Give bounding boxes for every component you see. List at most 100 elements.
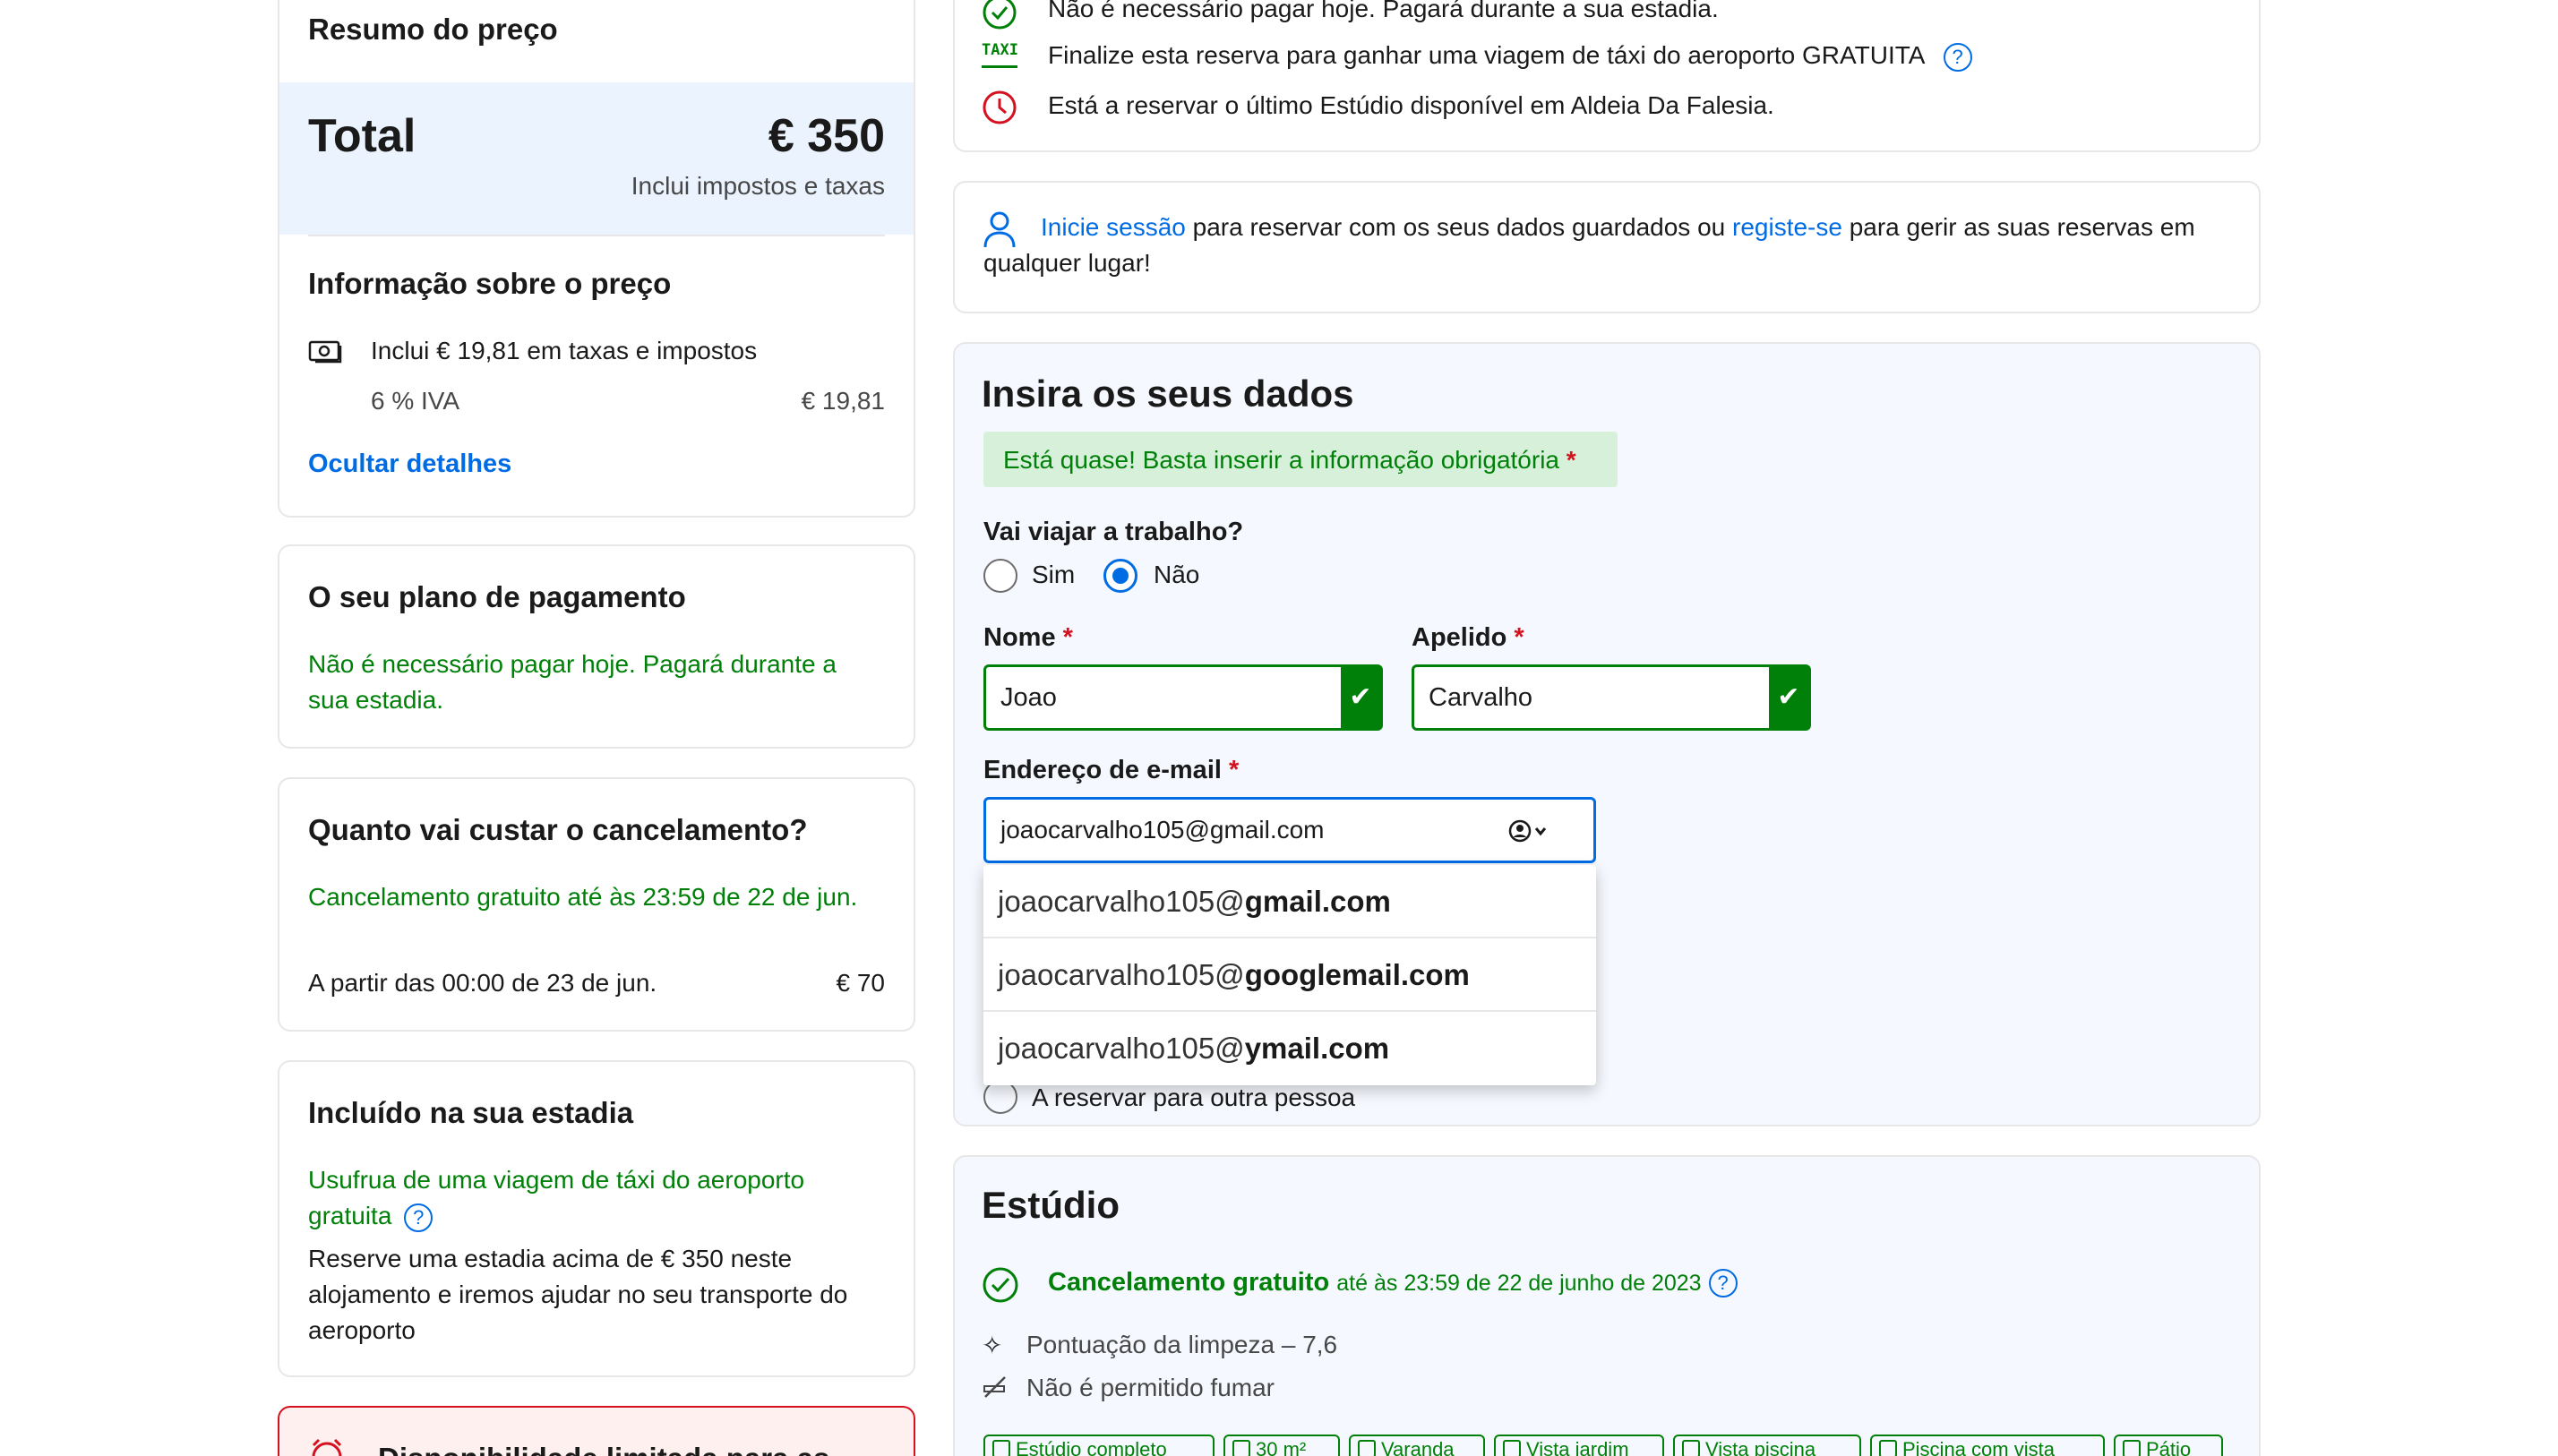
first-name-label: Nome * bbox=[983, 623, 1073, 653]
email-label: Endereço de e-mail * bbox=[983, 756, 1239, 785]
check-circle-icon bbox=[982, 0, 1017, 35]
required-mark: * bbox=[1566, 446, 1576, 474]
last-name-label-text: Apelido bbox=[1412, 623, 1507, 652]
email-label-text: Endereço de e-mail bbox=[983, 756, 1222, 784]
studio-title: Estúdio bbox=[982, 1184, 1120, 1226]
cancellation-title: Quanto vai custar o cancelamento? bbox=[308, 813, 808, 846]
signin-text: Inicie sessão para reservar com os seus … bbox=[983, 210, 2237, 281]
sparkle-icon: ✧ bbox=[982, 1332, 1003, 1359]
studio-card: Estúdio Cancelamento gratuito até às 23:… bbox=[953, 1155, 2261, 1456]
suggestion-domain: ymail.com bbox=[1244, 1032, 1390, 1065]
booking-info-card: Não é necessário pagar hoje. Pagará dura… bbox=[953, 0, 2261, 152]
required-mark: * bbox=[1229, 756, 1240, 784]
facility-chip-label: Estúdio completo bbox=[1016, 1438, 1167, 1456]
suggestion-domain: gmail.com bbox=[1244, 885, 1391, 918]
first-name-value: Joao bbox=[1000, 683, 1057, 712]
divider bbox=[308, 235, 885, 236]
signin-card: Inicie sessão para reservar com os seus … bbox=[953, 181, 2261, 313]
details-form-card: Insira os seus dados Está quase! Basta i… bbox=[953, 342, 2261, 1126]
first-name-label-text: Nome bbox=[983, 623, 1056, 652]
email-suggestion[interactable]: joaocarvalho105@gmail.com bbox=[983, 865, 1596, 938]
facility-chip: 30 m² bbox=[1223, 1435, 1340, 1456]
facility-chip: Pátio bbox=[2114, 1435, 2223, 1456]
register-link[interactable]: registe-se bbox=[1732, 213, 1842, 241]
required-mark: * bbox=[1062, 623, 1073, 652]
facility-chip: Estúdio completo bbox=[983, 1435, 1215, 1456]
last-room-text: Está a reservar o último Estúdio disponí… bbox=[1048, 91, 1774, 119]
first-name-field[interactable]: Joao ✔ bbox=[983, 664, 1383, 731]
question-icon[interactable]: ? bbox=[1708, 1269, 1738, 1298]
vat-label: 6 % IVA bbox=[371, 387, 460, 415]
facility-chip: Piscina com vista bbox=[1870, 1435, 2105, 1456]
no-smoking-text: Não é permitido fumar bbox=[1026, 1374, 1275, 1401]
hide-details-link[interactable]: Ocultar detalhes bbox=[308, 450, 511, 479]
email-field[interactable]: joaocarvalho105@gmail.com bbox=[983, 797, 1596, 863]
last-name-value: Carvalho bbox=[1429, 683, 1533, 712]
suggestion-domain: googlemail.com bbox=[1244, 958, 1470, 991]
check-circle-icon bbox=[982, 1266, 1019, 1308]
facility-chip-label: 30 m² bbox=[1256, 1438, 1307, 1456]
payment-plan-text: Não é necessário pagar hoje. Pagará dura… bbox=[308, 650, 837, 714]
taxi-icon: TAXI bbox=[982, 41, 1018, 68]
details-title: Insira os seus dados bbox=[982, 373, 1354, 415]
payment-plan-title: O seu plano de pagamento bbox=[308, 580, 686, 613]
total-label: Total bbox=[308, 110, 416, 162]
price-summary-title: Resumo do preço bbox=[308, 13, 558, 46]
cancellation-fee: € 70 bbox=[836, 969, 886, 997]
facility-chip: Varanda bbox=[1349, 1435, 1485, 1456]
email-suggestion[interactable]: joaocarvalho105@googlemail.com bbox=[983, 938, 1596, 1012]
price-info-title: Informação sobre o preço bbox=[308, 267, 672, 300]
work-yes-label[interactable]: Sim bbox=[1032, 557, 1075, 593]
pay-later-text: Não é necessário pagar hoje. Pagará dura… bbox=[1048, 0, 1719, 22]
work-no-label[interactable]: Não bbox=[1154, 557, 1199, 593]
cleanliness-text: Pontuação da limpeza – 7,6 bbox=[1026, 1331, 1338, 1358]
alarm-clock-icon bbox=[308, 1436, 346, 1456]
email-suggestion[interactable]: joaocarvalho105@ymail.com bbox=[983, 1012, 1596, 1085]
vat-value: € 19,81 bbox=[801, 387, 885, 415]
email-value: joaocarvalho105@gmail.com bbox=[1000, 816, 1325, 844]
email-suggestions-dropdown: joaocarvalho105@gmail.com joaocarvalho10… bbox=[983, 865, 1596, 1085]
other-person-label[interactable]: A reservar para outra pessoa bbox=[1032, 1080, 1355, 1116]
limited-availability-card: Disponibilidade limitada para as bbox=[278, 1406, 915, 1456]
facility-chip-label: Vista piscina bbox=[1705, 1438, 1816, 1456]
total-section: Total € 350 Inclui impostos e taxas bbox=[279, 82, 914, 235]
work-yes-radio[interactable] bbox=[983, 559, 1017, 593]
suggestion-user: joaocarvalho105@ bbox=[998, 1032, 1245, 1065]
money-icon bbox=[308, 338, 344, 368]
total-note: Inclui impostos e taxas bbox=[631, 172, 885, 200]
limited-title: Disponibilidade limitada para as bbox=[378, 1442, 829, 1456]
checkmark-icon: ✔ bbox=[1341, 667, 1380, 728]
included-card: Incluído na sua estadia Usufrua de uma v… bbox=[278, 1060, 915, 1377]
required-mark: * bbox=[1514, 623, 1524, 652]
tax-line: Inclui € 19,81 em taxas e impostos bbox=[371, 337, 758, 364]
price-summary-card: Resumo do preço Total € 350 Inclui impos… bbox=[278, 0, 915, 518]
free-cancel-label: Cancelamento gratuito bbox=[1048, 1268, 1330, 1297]
free-cancellation-text: Cancelamento gratuito até às 23:59 de 22… bbox=[308, 883, 858, 911]
question-icon[interactable]: ? bbox=[1943, 42, 1972, 72]
suggestion-user: joaocarvalho105@ bbox=[998, 958, 1245, 991]
facility-chip-label: Piscina com vista bbox=[1902, 1438, 2055, 1456]
total-value: € 350 bbox=[768, 110, 885, 162]
no-smoking-icon bbox=[982, 1374, 1009, 1405]
suggestion-user: joaocarvalho105@ bbox=[998, 885, 1245, 918]
question-icon[interactable]: ? bbox=[404, 1203, 433, 1232]
free-cancel-date: até às 23:59 de 22 de junho de 2023 bbox=[1336, 1271, 1702, 1296]
payment-plan-card: O seu plano de pagamento Não é necessári… bbox=[278, 544, 915, 749]
autofill-contact-icon[interactable] bbox=[1507, 818, 1550, 849]
work-travel-question: Vai viajar a trabalho? bbox=[983, 518, 1244, 546]
facility-chip-label: Varanda bbox=[1381, 1438, 1455, 1456]
cancellation-card: Quanto vai custar o cancelamento? Cancel… bbox=[278, 777, 915, 1032]
required-notice-text: Está quase! Basta inserir a informação o… bbox=[1003, 446, 1559, 474]
taxi-icon-label: TAXI bbox=[982, 41, 1018, 59]
signin-mid-text: para reservar com os seus dados guardado… bbox=[1185, 213, 1732, 241]
facility-chip: Vista piscina bbox=[1673, 1435, 1861, 1456]
signin-link[interactable]: Inicie sessão bbox=[1041, 213, 1186, 241]
work-no-radio[interactable] bbox=[1103, 559, 1137, 593]
included-title: Incluído na sua estadia bbox=[308, 1096, 634, 1129]
facility-chip-label: Pátio bbox=[2146, 1438, 2192, 1456]
included-info-text: Reserve uma estadia acima de € 350 neste… bbox=[308, 1245, 848, 1344]
free-cancel-line: Cancelamento gratuito até às 23:59 de 22… bbox=[1048, 1268, 1738, 1298]
last-name-label: Apelido * bbox=[1412, 623, 1524, 653]
cancellation-from-text: A partir das 00:00 de 23 de jun. bbox=[308, 969, 657, 997]
last-name-field[interactable]: Carvalho ✔ bbox=[1412, 664, 1811, 731]
